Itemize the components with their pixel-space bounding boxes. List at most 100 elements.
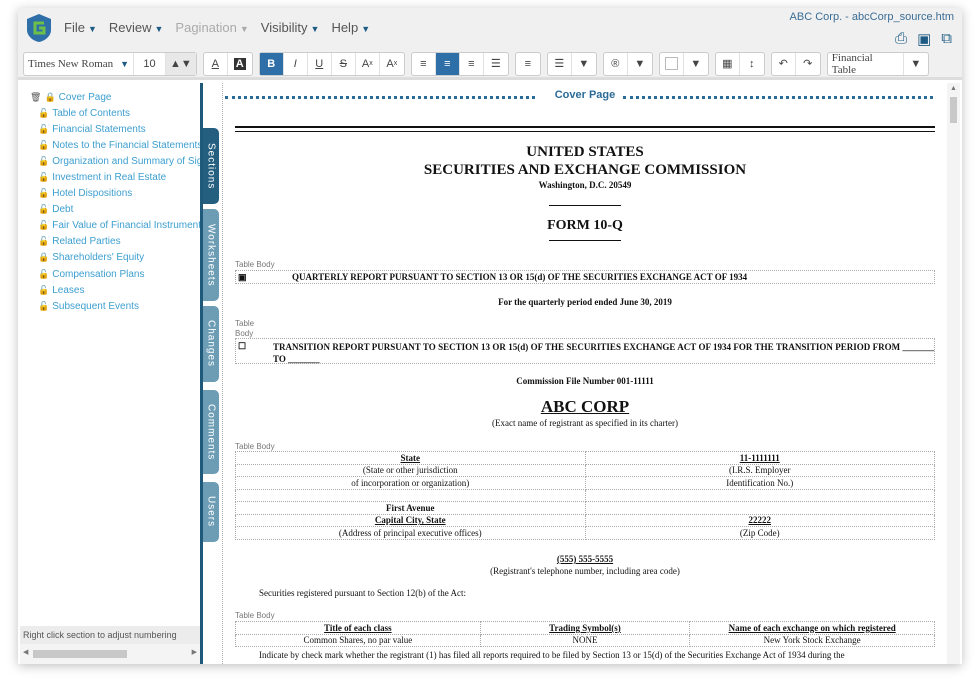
horizontal-scrollbar[interactable]: ◀ ▶: [20, 644, 200, 664]
numbering-hint: Right click section to adjust numbering: [20, 626, 200, 644]
justify-icon[interactable]: ☰: [484, 53, 508, 75]
bullet-list-icon[interactable]: ☰: [548, 52, 572, 75]
tab-comments[interactable]: Comments: [203, 390, 219, 474]
align-right-icon[interactable]: ≡: [460, 52, 484, 75]
table-label: Body: [235, 329, 254, 338]
border-icon[interactable]: [660, 52, 684, 75]
unlock-icon[interactable]: 🔓: [38, 204, 49, 215]
unlock-icon[interactable]: 🔓: [38, 236, 49, 247]
checkbox-checked[interactable]: ▣: [236, 272, 292, 283]
italic-button[interactable]: I: [284, 52, 308, 75]
chevron-down-icon[interactable]: ▼: [572, 53, 596, 75]
sidebar-item[interactable]: 🔓 Leases: [30, 282, 200, 298]
menu-help[interactable]: Help ▼: [331, 20, 370, 35]
sidebar-item[interactable]: 🔓 Debt: [30, 202, 200, 218]
font-size-input[interactable]: 10: [134, 52, 166, 75]
unlock-icon[interactable]: 🔓: [38, 172, 49, 183]
sidebar-item[interactable]: 🔓 Investment in Real Estate: [30, 169, 200, 185]
numbered-list-icon[interactable]: ≡: [516, 53, 540, 75]
document-editor[interactable]: Cover Page UNITED STATES SECURITIES AND …: [225, 83, 945, 664]
unlock-icon[interactable]: 🔓: [38, 285, 49, 296]
menu-review[interactable]: Review ▼: [109, 20, 164, 35]
align-center-icon[interactable]: ≡: [435, 52, 460, 75]
unlock-icon[interactable]: 🔓: [38, 140, 49, 151]
redo-icon[interactable]: ↷: [796, 53, 820, 75]
sidebar-item[interactable]: 🔓 Table of Contents: [30, 105, 200, 121]
sidebar-item[interactable]: 🔓 Financial Statements: [30, 121, 200, 137]
unlock-icon[interactable]: 🔓: [38, 108, 49, 119]
print-icon[interactable]: ⎙: [895, 30, 907, 48]
sidebar-item-label: Notes to the Financial Statements: [52, 139, 200, 151]
sidebar-item[interactable]: 🔓 Subsequent Events: [30, 298, 200, 314]
sidebar-item[interactable]: 🗑 🔒 Cover Page: [30, 89, 200, 105]
unlock-icon[interactable]: 🔓: [38, 124, 49, 135]
menu-pagination[interactable]: Pagination ▼: [175, 20, 248, 35]
app-logo-icon: [27, 14, 51, 42]
phone-sub: (Registrant's telephone number, includin…: [490, 566, 680, 576]
menu-visibility[interactable]: Visibility ▼: [261, 20, 320, 35]
sidebar-item[interactable]: 🔓 Related Parties: [30, 234, 200, 250]
table-label: Table Body: [235, 260, 275, 269]
trash-icon[interactable]: 🗑: [30, 92, 41, 103]
registrant-table: State 11-1111111 (State or other jurisdict…: [235, 451, 935, 540]
vertical-scrollbar[interactable]: ▲: [947, 83, 960, 664]
securities-table: Title of each class Trading Symbol(s) Name…: [235, 621, 935, 647]
menu-file[interactable]: File ▼: [64, 20, 97, 35]
sidebar-item-label: Shareholders' Equity: [52, 252, 145, 264]
tab-worksheets[interactable]: Worksheets: [203, 209, 219, 301]
font-size-stepper[interactable]: ▲▼: [166, 52, 196, 75]
row-height-icon[interactable]: ↕: [740, 53, 764, 75]
undo-icon[interactable]: ↶: [772, 52, 796, 75]
unlock-icon[interactable]: 🔓: [38, 301, 49, 312]
table-grid-icon[interactable]: ▦: [716, 52, 740, 75]
checkbox-unchecked[interactable]: ☐: [236, 339, 273, 363]
registered-symbol-icon[interactable]: ®: [604, 52, 628, 75]
sidebar-item[interactable]: 🔓 Compensation Plans: [30, 266, 200, 282]
tab-sections[interactable]: Sections: [203, 128, 219, 204]
address: Washington, D.C. 20549: [538, 180, 632, 190]
bold-button[interactable]: B: [259, 52, 284, 75]
sidebar-item[interactable]: 🔒 Shareholders' Equity: [30, 250, 200, 266]
subscript-button[interactable]: Ax: [380, 53, 404, 75]
superscript-button[interactable]: Ax: [356, 52, 380, 75]
chevron-down-icon[interactable]: ▼: [628, 53, 652, 75]
strikethrough-button[interactable]: S: [332, 52, 356, 75]
font-color-icon[interactable]: A: [204, 52, 228, 75]
save-icon[interactable]: ▣: [917, 30, 931, 48]
company-sub: (Exact name of registrant as specified i…: [492, 418, 678, 428]
company-name: ABC CORP: [540, 397, 630, 416]
sidebar-item[interactable]: 🔓 Hotel Dispositions: [30, 186, 200, 202]
table-row: of incorporation or organization) Identif…: [235, 476, 935, 490]
copy-icon[interactable]: ⧉: [941, 30, 952, 48]
sidebar-item-label: Subsequent Events: [52, 300, 139, 312]
sidebar-item-label: Investment in Real Estate: [52, 172, 167, 184]
table-row: (Address of principal executive offices)…: [235, 526, 935, 540]
menu-bar: File ▼ Review ▼ Pagination ▼ Visibility ▼ He…: [18, 8, 962, 50]
font-select[interactable]: Times New Roman ▼: [24, 52, 134, 75]
table-label: Table Body: [235, 611, 275, 620]
chevron-down-icon[interactable]: ▼: [684, 53, 708, 75]
align-left-icon[interactable]: ≡: [412, 52, 436, 75]
heading: SECURITIES AND EXCHANGE COMMISSION: [423, 162, 747, 178]
chevron-down-icon[interactable]: ▼: [904, 53, 928, 75]
unlock-icon[interactable]: 🔓: [38, 156, 49, 167]
style-select[interactable]: Financial Table: [828, 52, 904, 76]
sidebar-item[interactable]: 🔓Organization and Summary of Significant…: [30, 153, 200, 169]
unlock-icon[interactable]: 🔓: [38, 188, 49, 199]
tab-users[interactable]: Users: [203, 482, 219, 542]
highlight-icon[interactable]: A: [228, 53, 252, 75]
tab-changes[interactable]: Changes: [203, 306, 219, 382]
sec12-text: Securities registered pursuant to Sectio…: [259, 588, 466, 598]
unlock-icon[interactable]: 🔓: [38, 269, 49, 280]
sections-panel: 🗑 🔒 Cover Page 🔓 Table of Contents 🔓 Financial…: [20, 83, 200, 664]
underline-button[interactable]: U: [308, 52, 332, 75]
sidebar-item[interactable]: 🔓 Fair Value of Financial Instruments: [30, 218, 200, 234]
lock-icon[interactable]: 🔒: [38, 252, 49, 263]
heading: UNITED STATES: [526, 144, 644, 160]
lock-icon[interactable]: 🔒: [44, 92, 55, 103]
unlock-icon[interactable]: 🔓: [38, 220, 49, 231]
table-row: First Avenue: [235, 501, 935, 515]
transition-row: ☐ TRANSITION REPORT PURSUANT TO SECTION 1…: [235, 338, 935, 364]
sidebar-item[interactable]: 🔓 Notes to the Financial Statements: [30, 137, 200, 153]
sidebar-item-label: Hotel Dispositions: [52, 188, 133, 200]
